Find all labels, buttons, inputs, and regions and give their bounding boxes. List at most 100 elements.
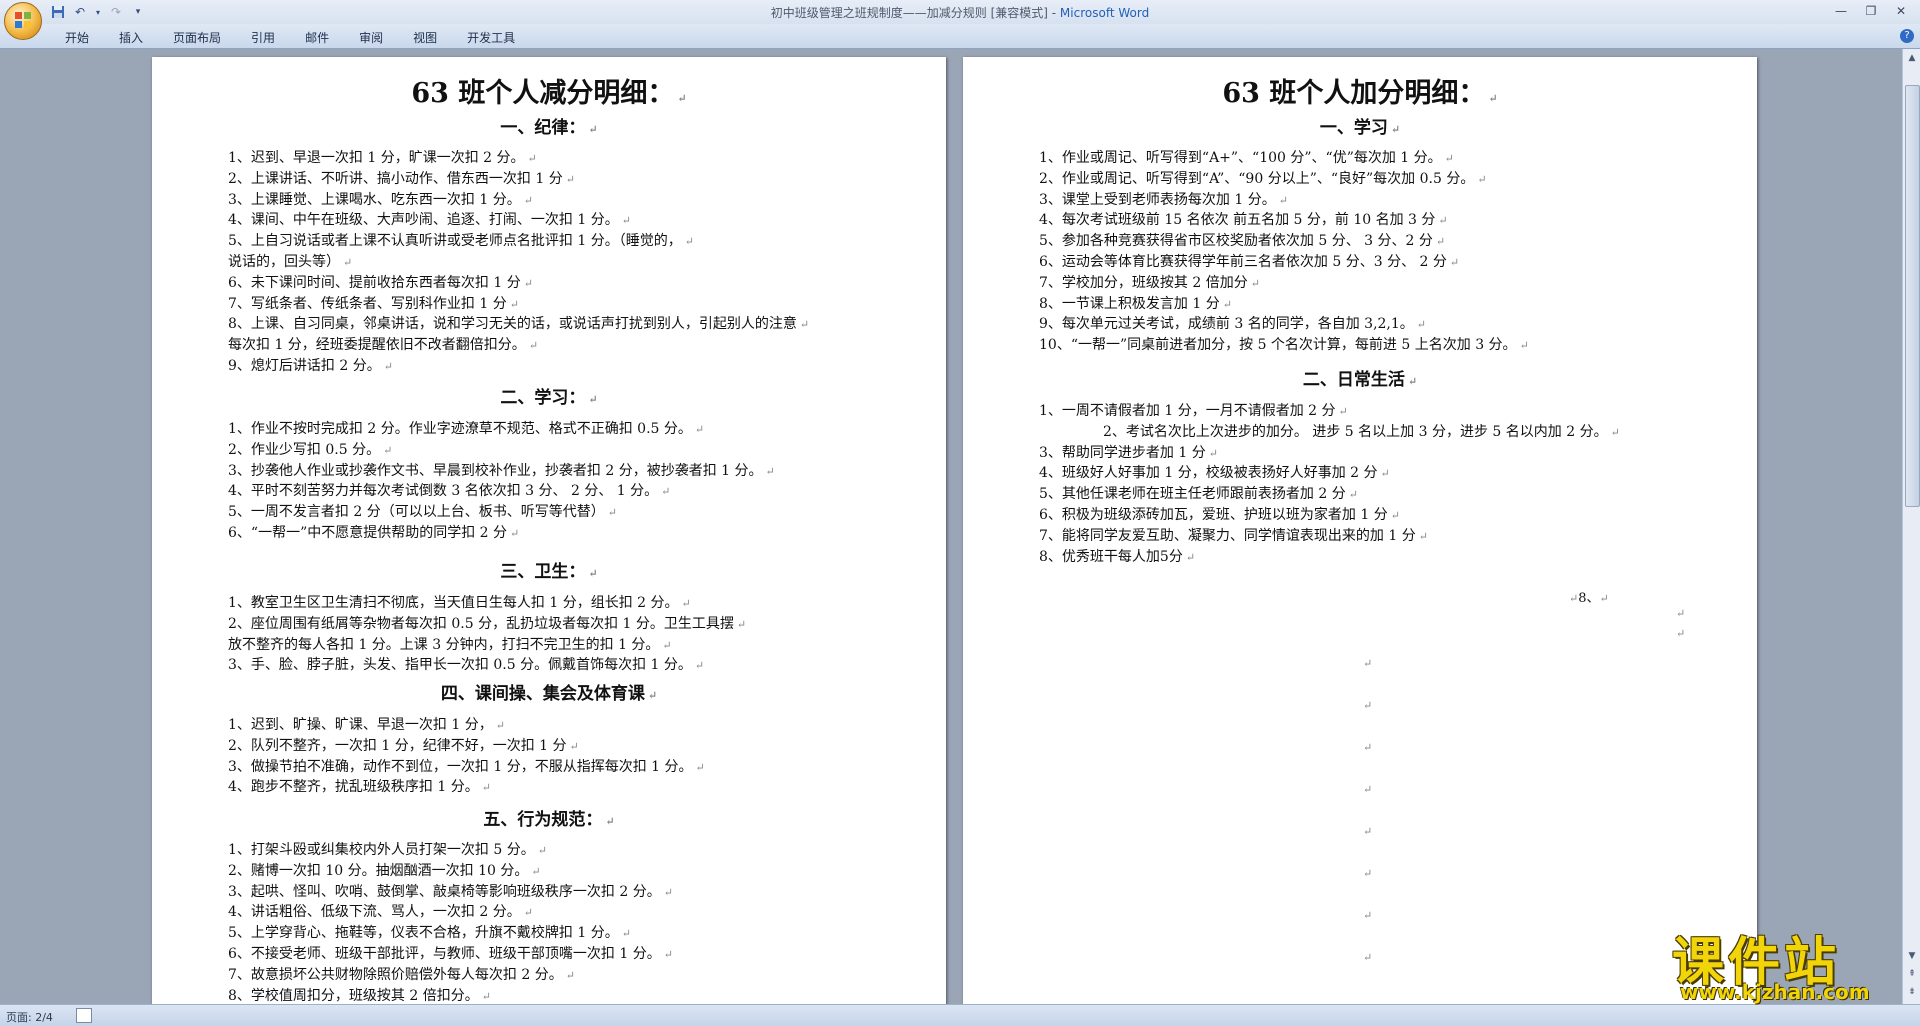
rule-line: 10、“一帮一”同桌前进者加分，按 5 个名次计算，每前进 5 上名次加 3 分… xyxy=(1039,337,1529,354)
rule-line: 5、参加各种竞赛获得省市区校奖励者依次加 5 分、 3 分、2 分 ↵ xyxy=(1039,233,1446,250)
rule-line: 3、手、脸、脖子脏，头发、指甲长一次扣 0.5 分。佩戴首饰每次扣 1 分。 ↵ xyxy=(228,657,705,674)
office-logo-icon xyxy=(15,12,31,28)
rule-line: 8、优秀班干每人加5分 ↵ xyxy=(1039,548,1196,565)
paragraph-mark: ↵ xyxy=(1676,627,1686,640)
paragraph-mark: ↵ xyxy=(1363,741,1373,754)
document-page-right[interactable]: ↵8、↵ ↵ ↵ ↵ ↵ ↵ ↵ ↵ ↵ ↵ ↵ 63 班个人加分明细： ↵ 一、学… xyxy=(963,57,1757,1004)
rule-line: 2、作业或周记、听写得到“A”、“90 分以上”、“良好”每次加 0.5 分。 ↵ xyxy=(1039,170,1487,187)
paragraph-mark: ↵ xyxy=(1363,951,1373,964)
window-title: 初中班级管理之班规制度——加减分规则 [兼容模式] - Microsoft Wo… xyxy=(770,6,1150,20)
rule-line: 说话的，回头等） ↵ xyxy=(228,254,353,270)
vertical-scrollbar[interactable]: ▲ ▼ ⇞ ⇟ xyxy=(1902,49,1920,1004)
rule-line: 5、上学穿背心、拖鞋等，仪表不合格，升旗不戴校牌扣 1 分。 ↵ xyxy=(228,925,631,942)
rule-line: 2、赌博一次扣 10 分。抽烟酗酒一次扣 10 分。 ↵ xyxy=(228,862,541,879)
section-heading: 一、纪律： ↵ xyxy=(500,118,598,138)
rule-line: 4、跑步不整齐，扰乱班级秩序扣 1 分。 ↵ xyxy=(228,779,491,796)
watermark-url: www.kjzhan.com xyxy=(1680,980,1870,1004)
status-bar: 页面: 2/4 xyxy=(0,1004,1920,1026)
tab-page-layout[interactable]: 页面布局 xyxy=(158,29,236,46)
rule-line: 1、作业或周记、听写得到“A+”、“100 分”、“优”每次加 1 分。 ↵ xyxy=(1039,150,1454,166)
section-heading: 二、学习： ↵ xyxy=(500,388,598,408)
rule-line: 4、每次考试班级前 15 名依次 前五名加 5 分，前 10 名加 3 分 ↵ xyxy=(1039,212,1448,229)
rule-line: 4、课间、中午在班级、大声吵闹、追逐、打闹、一次扣 1 分。 ↵ xyxy=(228,212,631,229)
rule-line: 8、一节课上积极发言加 1 分 ↵ xyxy=(1039,295,1232,312)
rule-line: 5、一周不发言者扣 2 分（可以以上台、板书、听写等代替） ↵ xyxy=(228,504,617,521)
maximize-icon[interactable]: ❐ xyxy=(1858,2,1884,20)
rule-line: 3、上课睡觉、上课喝水、吃东西一次扣 1 分。 ↵ xyxy=(228,191,533,208)
ribbon-tabs: 开始 插入 页面布局 引用 邮件 审阅 视图 开发工具 xyxy=(50,29,530,46)
scroll-up-icon[interactable]: ▲ xyxy=(1905,51,1919,65)
rule-line: 1、打架斗殴或纠集校内外人员打架一次扣 5 分。 ↵ xyxy=(228,842,547,858)
window-controls: — ❐ ✕ xyxy=(1828,2,1914,20)
rule-line: 每次扣 1 分，经班委提醒依旧不改者翻倍扣分。 ↵ xyxy=(228,337,539,354)
rule-line: 6、“一帮一”中不愿意提供帮助的同学扣 2 分 ↵ xyxy=(228,525,520,541)
close-icon[interactable]: ✕ xyxy=(1888,2,1914,20)
tab-references[interactable]: 引用 xyxy=(236,29,290,46)
rule-line: 6、未下课问时间、提前收拾东西者每次扣 1 分 ↵ xyxy=(228,274,533,291)
rule-line: 8、上课、自习同桌，邻桌讲话，说和学习无关的话，或说话声打扰到别人，引起别人的注… xyxy=(228,316,810,333)
section-heading: 一、学习 ↵ xyxy=(1319,118,1401,138)
section-heading: 五、行为规范： ↵ xyxy=(483,810,615,830)
paragraph-mark: ↵ xyxy=(1363,909,1373,922)
rule-line: 1、一周不请假者加 1 分，一月不请假者加 2 分 ↵ xyxy=(1039,403,1348,419)
rule-line: 6、积极为班级添砖加瓦，爱班、护班以班为家者加 1 分 ↵ xyxy=(1039,507,1400,523)
tab-review[interactable]: 审阅 xyxy=(344,29,398,46)
rule-line: 2、作业少写扣 0.5 分。 ↵ xyxy=(228,441,393,458)
paragraph-mark: ↵ xyxy=(1363,657,1373,670)
rule-line: 7、写纸条者、传纸条者、写别科作业扣 1 分 ↵ xyxy=(228,295,519,312)
page-indicator[interactable]: 页面: 2/4 xyxy=(6,1009,53,1025)
rule-line: 7、学校加分，班级按其 2 倍加分 ↵ xyxy=(1039,274,1260,291)
rule-line: 2、上课讲话、不听讲、搞小动作、借东西一次扣 1 分 ↵ xyxy=(228,170,575,187)
paragraph-mark: ↵ xyxy=(1363,825,1373,838)
document-page-left[interactable]: 63 班个人减分明细： ↵ 一、纪律： ↵ 1、迟到、早退一次扣 1 分，旷课一次扣 2… xyxy=(152,57,946,1004)
rule-line: 2、队列不整齐，一次扣 1 分，纪律不好，一次扣 1 分 ↵ xyxy=(228,737,579,754)
rule-line: 1、教室卫生区卫生清扫不彻底，当天值日生每人扣 1 分，组长扣 2 分。 ↵ xyxy=(228,595,691,611)
tab-insert[interactable]: 插入 xyxy=(104,29,158,46)
page-title: 63 班个人加分明细： ↵ xyxy=(1222,78,1498,109)
rule-line: 放不整齐的每人各扣 1 分。上课 3 分钟内，打扫不完卫生的扣 1 分。 ↵ xyxy=(228,636,672,653)
rule-line: 8、学校值周扣分，班级按其 2 倍扣分。 ↵ xyxy=(228,987,491,1004)
paragraph-mark: ↵ xyxy=(1363,699,1373,712)
rule-line: 3、起哄、怪叫、吹哨、鼓倒掌、敲桌椅等影响班级秩序一次扣 2 分。 ↵ xyxy=(228,883,673,900)
rule-line: 1、作业不按时完成扣 2 分。作业字迹潦草不规范、格式不正确扣 0.5 分。 ↵ xyxy=(228,421,705,437)
paragraph-mark: ↵ xyxy=(1363,867,1373,880)
rule-line: 2、座位周围有纸屑等杂物者每次扣 0.5 分，乱扔垃圾者每次扣 1 分。卫生工具… xyxy=(228,615,747,632)
stray-text: ↵8、↵ xyxy=(1569,591,1609,606)
watermark-logo: 课件站 www.kjzhan.com xyxy=(1672,920,1908,1006)
rule-line: 5、其他任课老师在班主任老师跟前表扬者加 2 分 ↵ xyxy=(1039,486,1358,503)
rule-line: 9、每次单元过关考试，成绩前 3 名的同学，各自加 3,2,1。 ↵ xyxy=(1039,316,1427,333)
tab-developer[interactable]: 开发工具 xyxy=(452,29,530,46)
rule-line: 4、平时不刻苦努力并每次考试倒数 3 名依次扣 3 分、 2 分、 1 分。 ↵ xyxy=(228,483,671,500)
title-bar: ↶ ▾ ↷ ▾ 初中班级管理之班规制度——加减分规则 [兼容模式] - Micr… xyxy=(0,0,1920,40)
rule-line: 3、做操节拍不准确，动作不到位，一次扣 1 分，不服从指挥每次扣 1 分。 ↵ xyxy=(228,758,705,775)
minimize-icon[interactable]: — xyxy=(1828,2,1854,20)
scroll-thumb[interactable] xyxy=(1905,85,1920,507)
rule-line: 4、班级好人好事加 1 分，校级被表扬好人好事加 2 分 ↵ xyxy=(1039,465,1390,482)
rule-line: 6、运动会等体育比赛获得学年前三名者依次加 5 分、3 分、 2 分 ↵ xyxy=(1039,254,1460,270)
tab-view[interactable]: 视图 xyxy=(398,29,452,46)
rule-line: 3、帮助同学进步者加 1 分 ↵ xyxy=(1039,444,1218,461)
section-heading: 三、卫生： ↵ xyxy=(500,562,598,582)
office-button[interactable] xyxy=(4,2,42,40)
rule-line: 4、讲话粗俗、低级下流、骂人，一次扣 2 分。 ↵ xyxy=(228,904,533,921)
paragraph-mark: ↵ xyxy=(1363,783,1373,796)
rule-line: 7、能将同学友爱互助、凝聚力、同学情谊表现出来的加 1 分 ↵ xyxy=(1039,527,1428,544)
rule-line: 9、熄灯后讲话扣 2 分。 ↵ xyxy=(228,358,393,374)
rule-line: 3、抄袭他人作业或抄袭作文书、早晨到校补作业，抄袭者扣 2 分，被抄袭者扣 1 … xyxy=(228,462,775,479)
rule-line: 7、故意损坏公共财物除照价赔偿外每人每次扣 2 分。 ↵ xyxy=(228,966,575,983)
help-icon[interactable]: ? xyxy=(1900,29,1914,43)
section-heading: 二、日常生活 ↵ xyxy=(1302,370,1418,390)
document-workspace: 63 班个人减分明细： ↵ 一、纪律： ↵ 1、迟到、早退一次扣 1 分，旷课一次扣 2… xyxy=(0,49,1902,1004)
proofing-icon[interactable] xyxy=(76,1008,92,1023)
rule-line: 6、不接受老师、班级干部批评，与教师、班级干部顶嘴一次扣 1 分。 ↵ xyxy=(228,946,673,962)
rule-line: 3、课堂上受到老师表扬每次加 1 分。 ↵ xyxy=(1039,191,1288,208)
page-title: 63 班个人减分明细： ↵ xyxy=(411,78,687,109)
rule-line: 1、迟到、早退一次扣 1 分，旷课一次扣 2 分。 ↵ xyxy=(228,150,537,166)
rule-line: 1、迟到、旷操、旷课、早退一次扣 1 分， ↵ xyxy=(228,717,505,733)
ribbon: 开始 插入 页面布局 引用 邮件 审阅 视图 开发工具 ? xyxy=(0,24,1920,49)
rule-line: 5、上自习说话或者上课不认真听讲或受老师点名批评扣 1 分。（睡觉的， ↵ xyxy=(228,233,694,250)
paragraph-mark: ↵ xyxy=(1676,607,1686,620)
section-heading: 四、课间操、集会及体育课 ↵ xyxy=(440,684,658,704)
tab-home[interactable]: 开始 xyxy=(50,29,104,46)
tab-mailings[interactable]: 邮件 xyxy=(290,29,344,46)
